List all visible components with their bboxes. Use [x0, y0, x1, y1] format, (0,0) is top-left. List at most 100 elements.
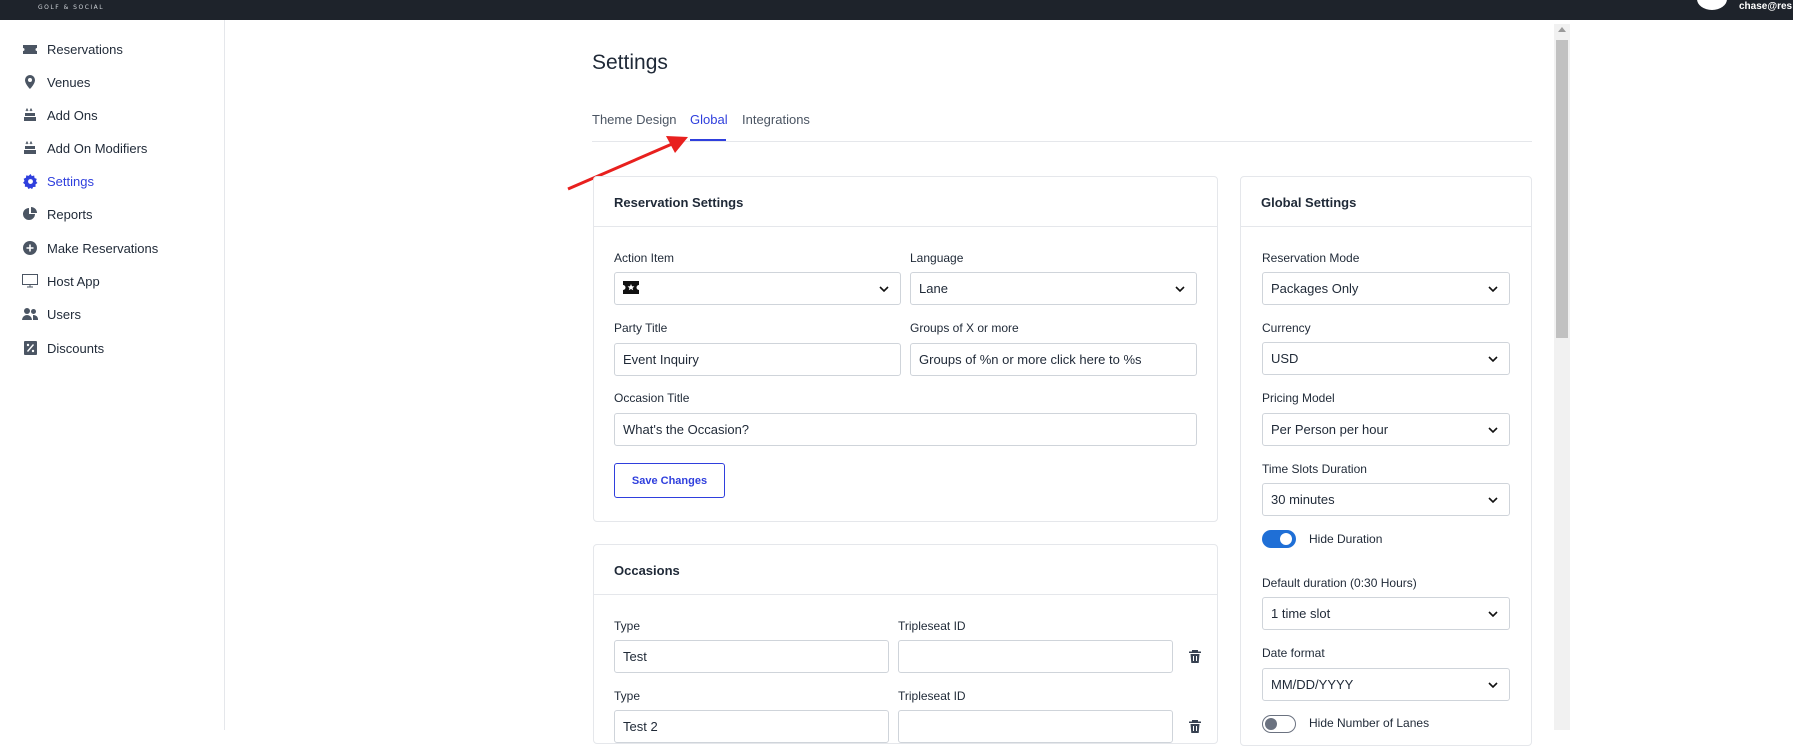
- chevron-down-icon: [879, 286, 889, 293]
- occasion-title-value: What's the Occasion?: [623, 422, 750, 437]
- party-title-input[interactable]: Event Inquiry: [614, 343, 901, 376]
- reservation-mode-label: Reservation Mode: [1262, 251, 1360, 265]
- groups-input[interactable]: Groups of %n or more click here to %s: [910, 343, 1197, 376]
- sidebar-item-label: Add On Modifiers: [47, 140, 148, 156]
- scroll-up-arrow-icon[interactable]: [1558, 27, 1566, 32]
- tab-global[interactable]: Global: [690, 112, 728, 127]
- monitor-icon: [22, 273, 38, 289]
- sidebar-item-make-reservations[interactable]: Make Reservations: [22, 237, 158, 259]
- occasion-title-label: Occasion Title: [614, 391, 690, 405]
- currency-label: Currency: [1262, 321, 1311, 335]
- type-label: Type: [614, 689, 641, 703]
- tab-theme-design[interactable]: Theme Design: [592, 112, 677, 127]
- gear-icon: [22, 173, 38, 189]
- card-header: Global Settings: [1241, 177, 1531, 227]
- chevron-down-icon: [1488, 611, 1498, 618]
- occasion-title-input[interactable]: What's the Occasion?: [614, 413, 1197, 446]
- occasion-type-value: Test 2: [623, 719, 658, 734]
- hide-lanes-toggle[interactable]: [1262, 715, 1296, 733]
- sidebar-item-add-ons[interactable]: Add Ons: [22, 104, 98, 126]
- tripleseat-id-input[interactable]: [898, 710, 1173, 743]
- chevron-down-icon: [1488, 682, 1498, 689]
- time-slots-label: Time Slots Duration: [1262, 462, 1367, 476]
- reservation-mode-select[interactable]: Packages Only: [1262, 272, 1510, 305]
- card-header: Occasions: [594, 545, 1217, 595]
- chevron-down-icon: [1175, 286, 1185, 293]
- sidebar-item-reports[interactable]: Reports: [22, 203, 93, 225]
- sidebar-item-host-app[interactable]: Host App: [22, 270, 100, 292]
- cake-icon: [22, 107, 38, 123]
- sidebar-item-label: Venues: [47, 74, 91, 90]
- tab-integrations[interactable]: Integrations: [742, 112, 810, 127]
- tabs-divider: [592, 141, 1532, 142]
- action-item-select[interactable]: [614, 272, 901, 305]
- pricing-model-label: Pricing Model: [1262, 391, 1335, 405]
- users-icon: [22, 306, 38, 322]
- language-select[interactable]: Lane: [910, 272, 1197, 305]
- language-label: Language: [910, 251, 964, 265]
- chevron-down-icon: [1488, 427, 1498, 434]
- hide-lanes-label: Hide Number of Lanes: [1309, 716, 1430, 730]
- time-slots-select[interactable]: 30 minutes: [1262, 483, 1510, 516]
- scrollbar-thumb[interactable]: [1556, 40, 1568, 338]
- card-title: Occasions: [614, 563, 680, 578]
- pricing-model-select[interactable]: Per Person per hour: [1262, 413, 1510, 446]
- default-duration-value: 1 time slot: [1271, 606, 1331, 621]
- trash-icon[interactable]: [1188, 719, 1202, 733]
- plus-circle-icon: [22, 240, 38, 256]
- chevron-down-icon: [1488, 286, 1498, 293]
- sidebar-item-discounts[interactable]: Discounts: [22, 337, 104, 359]
- occasion-type-value: Test: [623, 649, 647, 664]
- sidebar-item-reservations[interactable]: Reservations: [22, 38, 123, 60]
- card-header: Reservation Settings: [594, 177, 1217, 227]
- date-format-label: Date format: [1262, 646, 1325, 660]
- chevron-down-icon: [1488, 497, 1498, 504]
- occasion-type-input[interactable]: Test 2: [614, 710, 889, 743]
- sidebar-item-venues[interactable]: Venues: [22, 71, 90, 93]
- date-format-value: MM/DD/YYYY: [1271, 677, 1354, 692]
- logo-text: GOLF & SOCIAL: [38, 4, 105, 11]
- party-title-value: Event Inquiry: [623, 352, 699, 367]
- ticket-star-icon: [623, 280, 639, 297]
- sidebar-item-label: Host App: [47, 273, 100, 289]
- chevron-down-icon: [1488, 356, 1498, 363]
- currency-value: USD: [1271, 351, 1299, 366]
- groups-label: Groups of X or more: [910, 321, 1019, 335]
- occasion-type-input[interactable]: Test: [614, 640, 889, 673]
- trash-icon[interactable]: [1188, 649, 1202, 663]
- sidebar: Reservations Venues Add Ons Add On Modif…: [0, 20, 225, 730]
- sidebar-item-label: Users: [47, 306, 81, 322]
- default-duration-label: Default duration (0:30 Hours): [1262, 576, 1417, 590]
- occasions-card: Occasions Type Test Tripleseat ID Type T…: [593, 544, 1218, 744]
- cake-icon: [22, 140, 38, 156]
- sidebar-item-add-on-modifiers[interactable]: Add On Modifiers: [22, 137, 147, 159]
- top-bar: GOLF & SOCIAL chase@res: [0, 0, 1793, 20]
- sidebar-item-settings[interactable]: Settings: [22, 170, 94, 192]
- receipt-percent-icon: [22, 340, 38, 356]
- pie-chart-icon: [22, 206, 38, 222]
- date-format-select[interactable]: MM/DD/YYYY: [1262, 668, 1510, 701]
- reservation-mode-value: Packages Only: [1271, 281, 1359, 296]
- tripleseat-id-label: Tripleseat ID: [898, 689, 966, 703]
- tripleseat-id-label: Tripleseat ID: [898, 619, 966, 633]
- save-changes-button[interactable]: Save Changes: [614, 463, 725, 498]
- action-item-label: Action Item: [614, 251, 675, 265]
- time-slots-value: 30 minutes: [1271, 492, 1335, 507]
- page-title: Settings: [592, 51, 668, 74]
- groups-value: Groups of %n or more click here to %s: [919, 352, 1142, 367]
- avatar[interactable]: [1697, 0, 1727, 10]
- currency-select[interactable]: USD: [1262, 342, 1510, 375]
- sidebar-item-label: Add Ons: [47, 107, 98, 123]
- tripleseat-id-input[interactable]: [898, 640, 1173, 673]
- user-email[interactable]: chase@res: [1739, 1, 1792, 12]
- ticket-icon: [22, 41, 38, 57]
- sidebar-item-users[interactable]: Users: [22, 303, 81, 325]
- type-label: Type: [614, 619, 641, 633]
- default-duration-select[interactable]: 1 time slot: [1262, 597, 1510, 630]
- hide-duration-toggle[interactable]: [1262, 530, 1296, 548]
- sidebar-item-label: Settings: [47, 173, 94, 189]
- sidebar-item-label: Reservations: [47, 41, 123, 57]
- card-title: Reservation Settings: [614, 195, 744, 210]
- pricing-model-value: Per Person per hour: [1271, 422, 1389, 437]
- reservation-settings-card: Reservation Settings Action Item Languag…: [593, 176, 1218, 522]
